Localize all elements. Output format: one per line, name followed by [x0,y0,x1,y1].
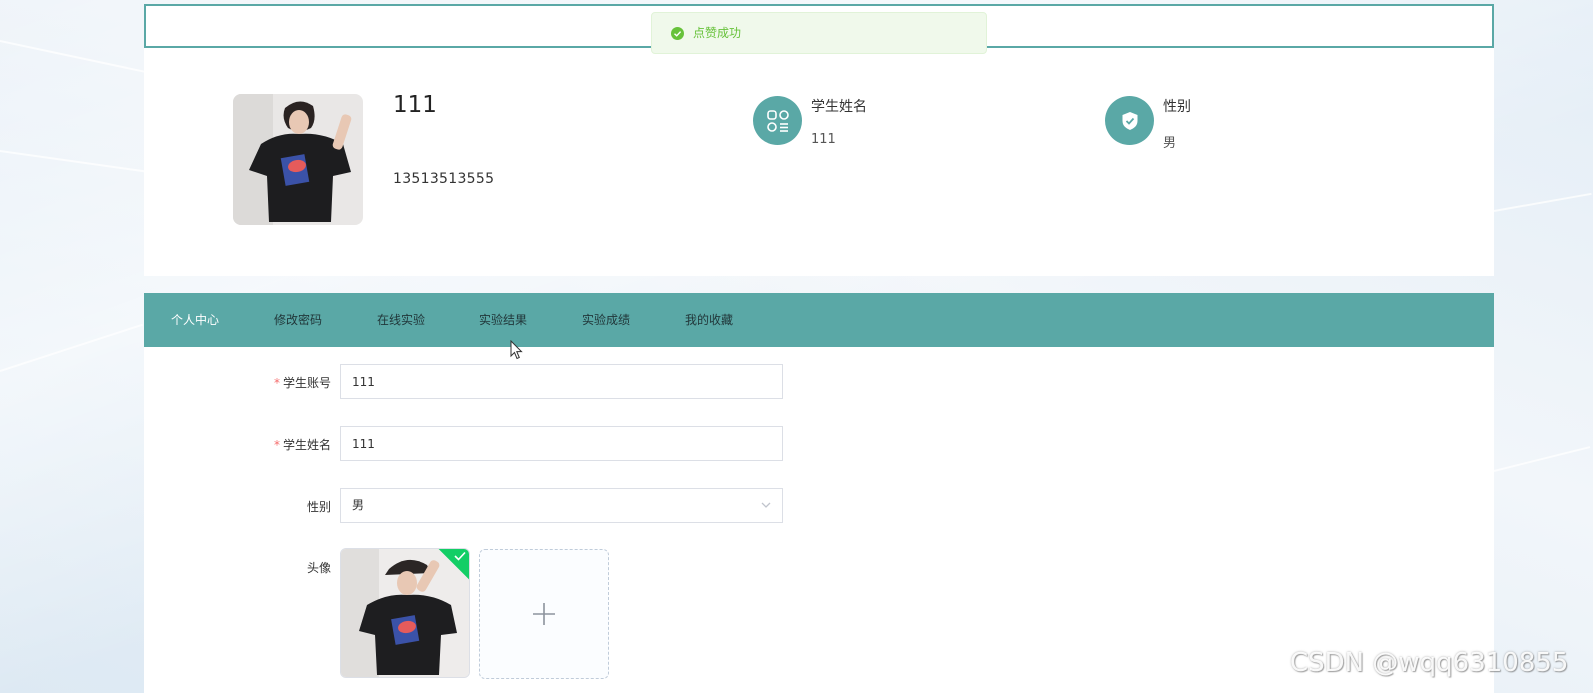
avatar-photo [341,549,469,677]
account-input[interactable] [340,364,783,399]
check-circle-icon [671,27,684,40]
avatar [233,94,363,225]
background-streak [0,150,149,173]
profile-card: 111 13513513555 学生姓名 111 性别 男 [144,48,1494,276]
required-mark: * [273,376,280,390]
background-streak [1493,192,1592,212]
shield-check-icon [1105,96,1154,145]
avatar-photo [233,94,363,225]
mouse-cursor-icon [510,340,523,360]
tab-personal-center[interactable]: 个人中心 [171,293,219,347]
tab-my-favorites[interactable]: 我的收藏 [685,293,733,347]
stat-value: 男 [1163,136,1177,151]
background-streak [0,323,143,372]
gender-select[interactable]: 男 [340,488,783,523]
avatar-upload-button[interactable] [479,549,609,679]
tab-bar: 个人中心 修改密码 在线实验 实验结果 实验成绩 我的收藏 [144,293,1494,347]
tab-experiment-results[interactable]: 实验结果 [479,293,527,347]
page-container: 111 13513513555 学生姓名 111 性别 男 个人中心 修改密码 … [144,0,1494,693]
name-input[interactable] [340,426,783,461]
tab-online-experiment[interactable]: 在线实验 [377,293,425,347]
plus-icon [533,603,555,625]
success-toast: 点赞成功 [651,12,987,54]
background-streak [1493,446,1591,472]
watermark: CSDN @wqq6310855 [1290,648,1569,678]
avatar-thumbnail[interactable] [340,548,470,678]
required-mark: * [273,438,280,452]
chevron-down-icon [761,502,771,508]
avatar-label: 头像 [306,561,331,575]
check-icon [454,551,466,561]
toast-message: 点赞成功 [693,26,742,40]
tab-experiment-scores[interactable]: 实验成绩 [582,293,630,347]
profile-name: 111 [393,92,437,118]
gender-label: 性别 [306,500,331,514]
background-streak [0,40,147,74]
apps-list-icon [753,96,802,145]
tab-change-password[interactable]: 修改密码 [274,293,322,347]
gender-selected-value: 男 [352,498,365,512]
stat-label: 学生姓名 [811,99,867,115]
name-label: * 学生姓名 [273,438,331,452]
stat-label: 性别 [1163,99,1191,115]
profile-form: *学生账号 *学生姓名 性别 男 头像 [144,347,1494,693]
profile-phone: 13513513555 [393,171,495,187]
account-label: * 学生账号 [273,376,331,390]
stat-value: 111 [811,132,836,147]
